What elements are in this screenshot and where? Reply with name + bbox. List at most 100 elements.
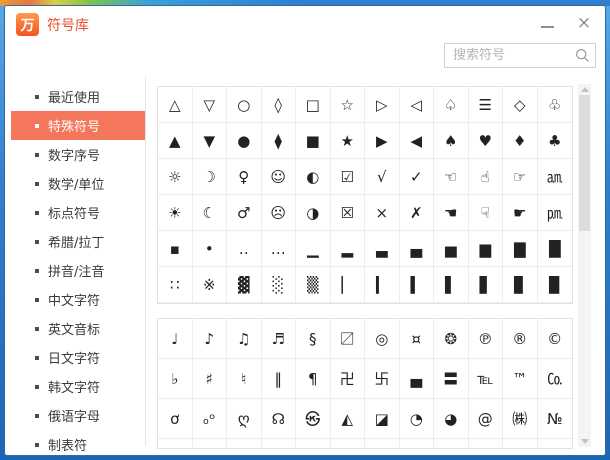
symbol-cell[interactable]: ♩ (158, 319, 193, 359)
symbol-cell[interactable]: © (538, 319, 573, 359)
symbol-cell[interactable]: ㏇ (538, 359, 573, 399)
symbol-cell[interactable]: ◔ (400, 399, 435, 439)
symbol-cell[interactable]: ☰ (469, 87, 504, 123)
sidebar-item-3[interactable]: 数学/单位 (11, 169, 145, 198)
symbol-cell[interactable]: ☀ (158, 195, 193, 231)
symbol-cell[interactable]: ● (227, 123, 262, 159)
symbol-cell[interactable]: ▊ (503, 267, 538, 303)
sidebar-item-4[interactable]: 标点符号 (11, 198, 145, 227)
symbol-cell[interactable]: ◐ (296, 159, 331, 195)
symbol-cell[interactable]: ℗ (469, 319, 504, 359)
symbol-cell[interactable]: ☽ (193, 159, 228, 195)
symbol-cell[interactable]: ▄ (400, 231, 435, 267)
symbol-cell[interactable]: ▶ (365, 123, 400, 159)
symbol-cell[interactable]: ☞ (503, 159, 538, 195)
sidebar-item-0[interactable]: 最近使用 (11, 82, 145, 111)
scrollbar-thumb[interactable] (579, 95, 590, 231)
symbol-cell[interactable]: 〓 (434, 359, 469, 399)
symbol-cell[interactable]: △ (158, 87, 193, 123)
symbol-cell[interactable]: ơ (158, 399, 193, 439)
symbol-cell[interactable]: ♯ (193, 359, 228, 399)
symbol-cell[interactable]: ▓ (227, 267, 262, 303)
symbol-cell[interactable]: 〼 (331, 319, 366, 359)
symbol-cell[interactable]: ▌ (434, 267, 469, 303)
symbol-cell[interactable]: ◕ (434, 399, 469, 439)
symbol-cell[interactable]: √ (365, 159, 400, 195)
symbol-cell[interactable]: ░ (262, 267, 297, 303)
sidebar-item-12[interactable]: 制表符 (11, 430, 145, 459)
symbol-cell[interactable]: ㈱ (503, 399, 538, 439)
sidebar-item-6[interactable]: 拼音/注音 (11, 256, 145, 285)
symbol-cell[interactable]: ♥ (469, 123, 504, 159)
symbol-cell[interactable]: ◎ (365, 319, 400, 359)
symbol-cell[interactable]: ▃ (365, 231, 400, 267)
sidebar-item-2[interactable]: 数字序号 (11, 140, 145, 169)
symbol-cell[interactable]: ღ (227, 399, 262, 439)
symbol-cell[interactable]: ▂ (331, 231, 366, 267)
symbol-cell[interactable]: ♪ (193, 319, 228, 359)
symbol-cell[interactable]: ® (503, 319, 538, 359)
sidebar-item-11[interactable]: 俄语字母 (11, 401, 145, 430)
symbol-cell[interactable]: ☒ (331, 195, 366, 231)
symbol-cell[interactable]: ▒ (296, 267, 331, 303)
symbol-cell[interactable]: ♭ (158, 359, 193, 399)
symbol-cell[interactable]: ☑ (331, 159, 366, 195)
symbol-cell[interactable]: § (296, 319, 331, 359)
symbol-cell[interactable]: ▇ (503, 231, 538, 267)
symbol-cell[interactable]: ♂ (227, 195, 262, 231)
symbol-cell[interactable]: ▍ (400, 267, 435, 303)
symbol-cell[interactable]: ○ (227, 87, 262, 123)
symbol-cell[interactable]: ‖ (262, 359, 297, 399)
symbol-cell[interactable]: @ (469, 399, 504, 439)
symbol-cell[interactable]: ℡ (469, 359, 504, 399)
symbol-cell[interactable]: █ (538, 231, 573, 267)
symbol-cell[interactable]: ◪ (365, 399, 400, 439)
symbol-cell[interactable]: ♀ (227, 159, 262, 195)
symbol-cell[interactable]: ♫ (227, 319, 262, 359)
symbol-cell[interactable]: ■ (296, 123, 331, 159)
sidebar-item-10[interactable]: 韩文字符 (11, 372, 145, 401)
symbol-cell[interactable]: ⧫ (262, 123, 297, 159)
symbol-cell[interactable]: ▏ (331, 267, 366, 303)
search-input[interactable] (445, 48, 575, 63)
symbol-cell[interactable]: ∷ (158, 267, 193, 303)
symbol-cell[interactable]: ▪ (158, 231, 193, 267)
symbol-cell[interactable]: ♦ (503, 123, 538, 159)
symbol-cell[interactable]: ※ (193, 267, 228, 303)
symbol-cell[interactable]: ◇ (503, 87, 538, 123)
symbol-cell[interactable]: ◭ (331, 399, 366, 439)
scroll-down-arrow-icon[interactable] (578, 436, 591, 447)
symbol-cell[interactable]: ▄ (400, 359, 435, 399)
symbol-cell[interactable]: ‥ (227, 231, 262, 267)
symbol-cell[interactable]: ☚ (434, 195, 469, 231)
symbol-cell[interactable]: ♧ (538, 87, 573, 123)
symbol-cell[interactable]: ◁ (400, 87, 435, 123)
symbol-cell[interactable]: ✗ (400, 195, 435, 231)
symbol-cell[interactable]: ▋ (469, 267, 504, 303)
sidebar-item-1[interactable]: 特殊符号 (11, 111, 145, 140)
close-button[interactable]: × (573, 12, 595, 34)
search-icon[interactable] (575, 48, 590, 63)
symbol-cell[interactable]: ☺ (262, 159, 297, 195)
symbol-cell[interactable]: ♮ (227, 359, 262, 399)
symbol-cell[interactable]: ☟ (469, 195, 504, 231)
sidebar-item-9[interactable]: 日文字符 (11, 343, 145, 372)
symbol-cell[interactable]: 卐 (365, 359, 400, 399)
symbol-cell[interactable]: ☝ (469, 159, 504, 195)
symbol-cell[interactable]: ▲ (158, 123, 193, 159)
symbol-cell[interactable]: ▼ (193, 123, 228, 159)
symbol-cell[interactable]: ☼ (158, 159, 193, 195)
symbol-cell[interactable]: ▁ (296, 231, 331, 267)
sidebar-item-5[interactable]: 希腊/拉丁 (11, 227, 145, 256)
symbol-cell[interactable]: ◊ (262, 87, 297, 123)
symbol-cell[interactable]: × (365, 195, 400, 231)
symbol-cell[interactable]: ♠ (434, 123, 469, 159)
symbol-cell[interactable]: ★ (331, 123, 366, 159)
symbol-cell[interactable]: ™ (503, 359, 538, 399)
symbol-cell[interactable]: ₒᵒ (193, 399, 228, 439)
symbol-cell[interactable]: ◑ (296, 195, 331, 231)
symbol-cell[interactable]: ❂ (434, 319, 469, 359)
symbol-cell[interactable]: ☆ (331, 87, 366, 123)
symbol-cell[interactable]: ☛ (503, 195, 538, 231)
symbol-cell[interactable]: ☹ (262, 195, 297, 231)
